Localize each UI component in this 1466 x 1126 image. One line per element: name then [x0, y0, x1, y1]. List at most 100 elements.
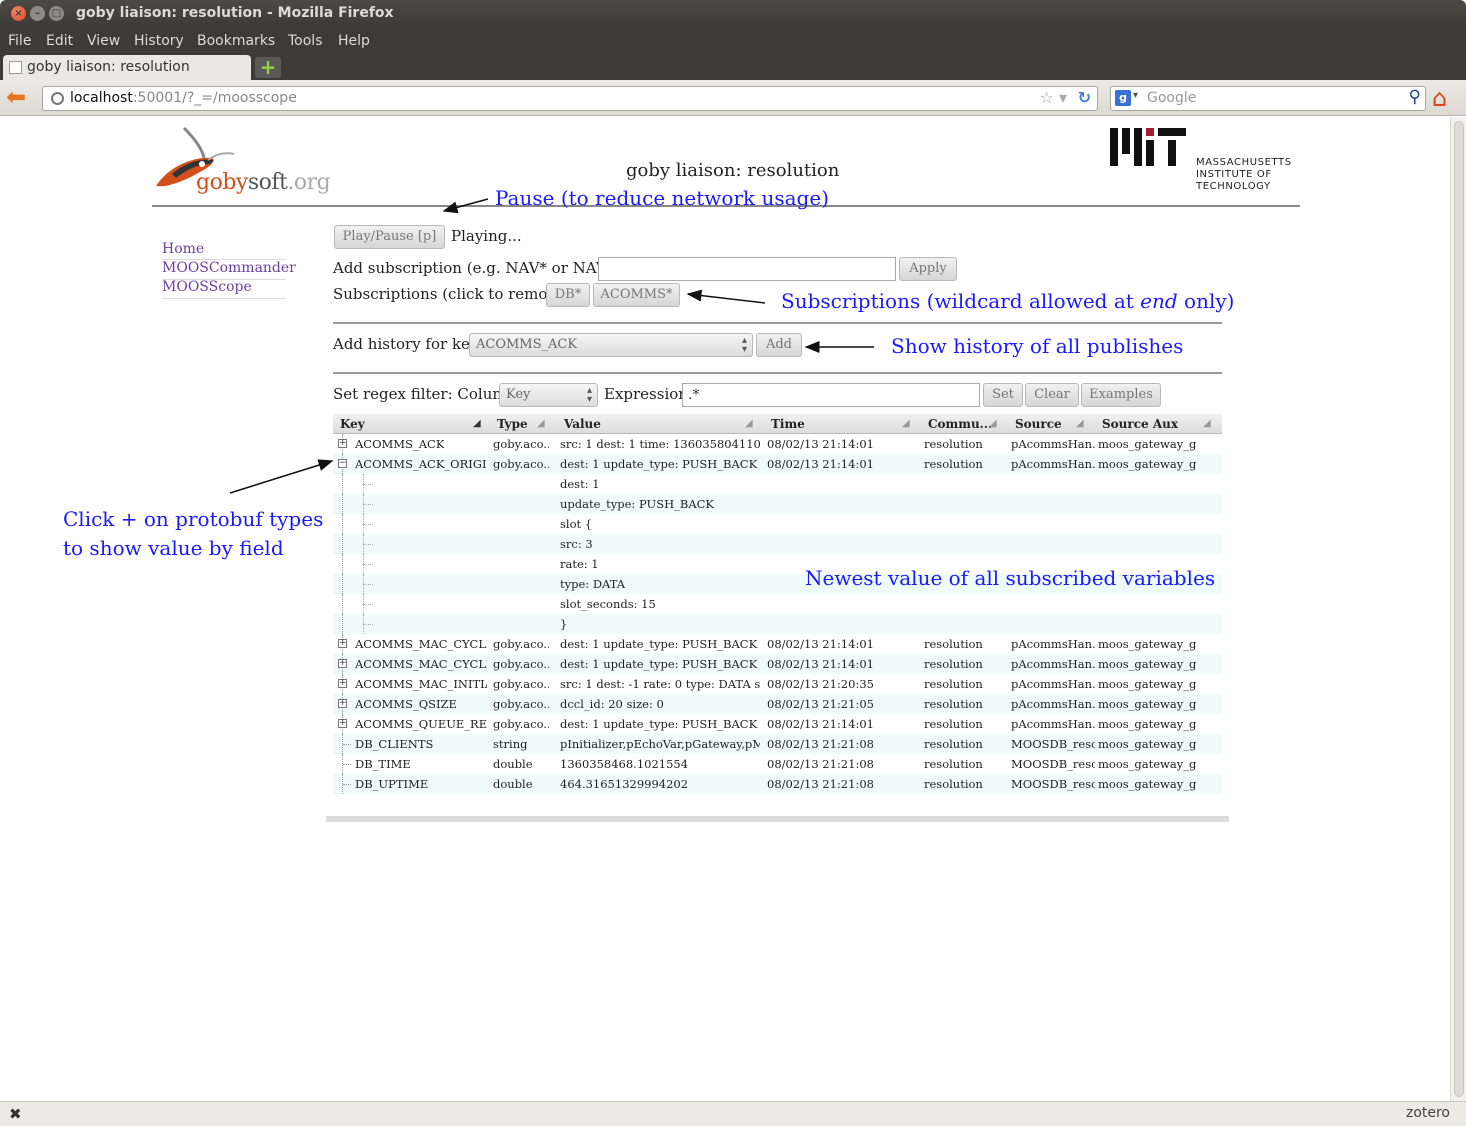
sort-icon[interactable]: ◢	[902, 418, 910, 429]
expand-icon[interactable]: +	[338, 439, 347, 448]
menu-bookmarks[interactable]: Bookmarks	[197, 33, 275, 49]
field-value: type: DATA	[560, 577, 626, 591]
cell-type: goby.aco...	[493, 437, 549, 451]
mit-name: MASSACHUSETTS INSTITUTE OF TECHNOLOGY	[1196, 157, 1292, 192]
sort-icon[interactable]: ◢	[989, 418, 997, 429]
table-row[interactable]: −ACOMMS_ACK_ORIGINAL goby.aco... dest: 1 u…	[333, 454, 1222, 474]
cell-source: pAcommsHan...	[1011, 437, 1095, 451]
set-button[interactable]: Set	[983, 383, 1023, 407]
maximize-window-button[interactable]: □	[49, 6, 64, 21]
column-header-type[interactable]: Type	[497, 417, 528, 431]
new-tab-button[interactable]: +	[255, 57, 281, 78]
reload-icon[interactable]: ↻	[1078, 88, 1091, 107]
tab-goby-liaison[interactable]: goby liaison: resolution	[3, 55, 251, 80]
subscription-db[interactable]: DB*	[546, 283, 590, 307]
cell-source-aux: moos_gateway_g	[1098, 457, 1197, 471]
cell-key: DB_TIME	[355, 757, 411, 771]
status-bar: ✖ zotero	[0, 1101, 1466, 1126]
search-bar[interactable]: g ▾ Google ⚲	[1110, 86, 1426, 111]
expand-icon[interactable]: +	[338, 659, 347, 668]
table-row[interactable]: + ACOMMS_QSIZE goby.aco... dccl_id: 20 size…	[333, 694, 1222, 714]
table-row[interactable]: + ACOMMS_MAC_INITIAT... goby.aco... src: 1 …	[333, 674, 1222, 694]
home-icon[interactable]: ⌂	[1432, 84, 1447, 112]
cell-time: 08/02/13 21:21:05	[767, 697, 874, 711]
cell-key: ACOMMS_QSIZE	[355, 697, 457, 711]
scrollbar-thumb[interactable]	[1454, 121, 1464, 1097]
nav-link-home[interactable]: Home	[162, 241, 204, 257]
table-row[interactable]: DB_UPTIME double 464.31651329994202 08/02/1…	[333, 774, 1222, 794]
nav-link-moosscope[interactable]: MOOSScope	[162, 279, 252, 295]
minimize-window-button[interactable]: –	[30, 6, 45, 21]
field-value: dest: 1	[560, 477, 600, 491]
menu-view[interactable]: View	[87, 33, 120, 49]
menu-tools[interactable]: Tools	[288, 33, 323, 49]
bookmark-star-icon[interactable]: ☆ ▾	[1040, 88, 1067, 107]
sort-icon[interactable]: ◢	[745, 418, 753, 429]
menu-edit[interactable]: Edit	[46, 33, 73, 49]
subscription-acomms[interactable]: ACOMMS*	[593, 283, 680, 307]
table-row[interactable]: + ACOMMS_MAC_CYCLE_... goby.aco... dest: 1 …	[333, 654, 1222, 674]
page-title: goby liaison: resolution	[626, 160, 840, 181]
nav-link-mooscommander[interactable]: MOOSCommander	[162, 260, 296, 276]
cell-type: goby.aco...	[493, 697, 549, 711]
window-title: goby liaison: resolution - Mozilla Firef…	[76, 5, 394, 21]
expand-icon[interactable]: +	[338, 699, 347, 708]
play-pause-button[interactable]: Play/Pause [p]	[334, 225, 445, 249]
expand-icon[interactable]: +	[338, 639, 347, 648]
annotation-pause: Pause (to reduce network usage)	[495, 186, 829, 210]
sort-icon[interactable]: ◢	[1076, 418, 1084, 429]
cell-source: pAcommsHan...	[1011, 457, 1095, 471]
cell-value: pInitializer,pEchoVar,pGateway,pMari...	[560, 737, 760, 751]
search-icon[interactable]: ⚲	[1409, 87, 1421, 107]
column-header-key[interactable]: Key	[340, 417, 365, 431]
table-row[interactable]: + ACOMMS_QUEUE_RECEI... goby.aco... dest: 1…	[333, 714, 1222, 734]
field-row: }	[333, 614, 1222, 634]
cell-type: goby.aco...	[493, 637, 549, 651]
close-icon[interactable]: ✖	[9, 1105, 22, 1123]
sort-icon[interactable]: ◢	[537, 418, 545, 429]
tree-line	[363, 544, 373, 545]
regex-column-select[interactable]: Key ▴ ▾	[499, 383, 598, 407]
close-window-button[interactable]: ×	[11, 6, 26, 21]
apply-button[interactable]: Apply	[899, 257, 957, 281]
examples-button[interactable]: Examples	[1081, 383, 1161, 407]
cell-source-aux: moos_gateway_g	[1098, 777, 1197, 791]
column-header-community[interactable]: Commu...	[928, 417, 992, 431]
vertical-scrollbar[interactable]	[1450, 117, 1466, 1101]
regex-column-label: Set regex filter: Column:	[333, 385, 522, 403]
expand-icon[interactable]: +	[338, 679, 347, 688]
tree-line	[363, 624, 373, 625]
add-subscription-input[interactable]	[598, 257, 896, 281]
collapse-icon[interactable]: −	[338, 459, 347, 468]
google-icon[interactable]: g	[1115, 90, 1131, 106]
column-header-time[interactable]: Time	[771, 417, 805, 431]
table-bottom-bar	[326, 816, 1229, 822]
cell-source-aux: moos_gateway_g	[1098, 677, 1197, 691]
table-row[interactable]: DB_TIME double 1360358468.1021554 08/02/13 …	[333, 754, 1222, 774]
add-history-button[interactable]: Add	[756, 333, 802, 357]
chevron-down-icon[interactable]: ▾	[1133, 90, 1138, 101]
expression-input[interactable]	[682, 383, 980, 407]
play-status: Playing...	[451, 227, 522, 245]
sort-icon[interactable]: ◢	[473, 418, 481, 429]
menu-file[interactable]: File	[8, 33, 31, 49]
variables-table: Key ◢ Type ◢ Value ◢ Time ◢ Commu... ◢ S…	[333, 414, 1222, 794]
field-value: src: 3	[560, 537, 593, 551]
zotero-label[interactable]: zotero	[1406, 1105, 1450, 1121]
menu-help[interactable]: Help	[338, 33, 370, 49]
column-header-source-aux[interactable]: Source Aux	[1102, 417, 1178, 431]
column-header-value[interactable]: Value	[564, 417, 601, 431]
menu-history[interactable]: History	[134, 33, 184, 49]
history-key-select[interactable]: ACOMMS_ACK ▴ ▾	[469, 333, 753, 357]
clear-button[interactable]: Clear	[1025, 383, 1079, 407]
column-header-source[interactable]: Source	[1015, 417, 1062, 431]
cell-type: string	[493, 737, 528, 751]
url-bar[interactable]: localhost:50001/?_=/moosscope ☆ ▾ ↻	[42, 86, 1098, 111]
expand-icon[interactable]: +	[338, 719, 347, 728]
cell-value: 1360358468.1021554	[560, 757, 689, 771]
back-arrow-icon[interactable]: ⬅	[6, 85, 34, 110]
sort-icon[interactable]: ◢	[1203, 418, 1211, 429]
table-row[interactable]: + ACOMMS_ACK goby.aco... src: 1 dest: 1 tim…	[333, 434, 1222, 454]
table-row[interactable]: DB_CLIENTS string pInitializer,pEchoVar,pG…	[333, 734, 1222, 754]
table-row[interactable]: + ACOMMS_MAC_CYCLE_... goby.aco... dest: 1 …	[333, 634, 1222, 654]
